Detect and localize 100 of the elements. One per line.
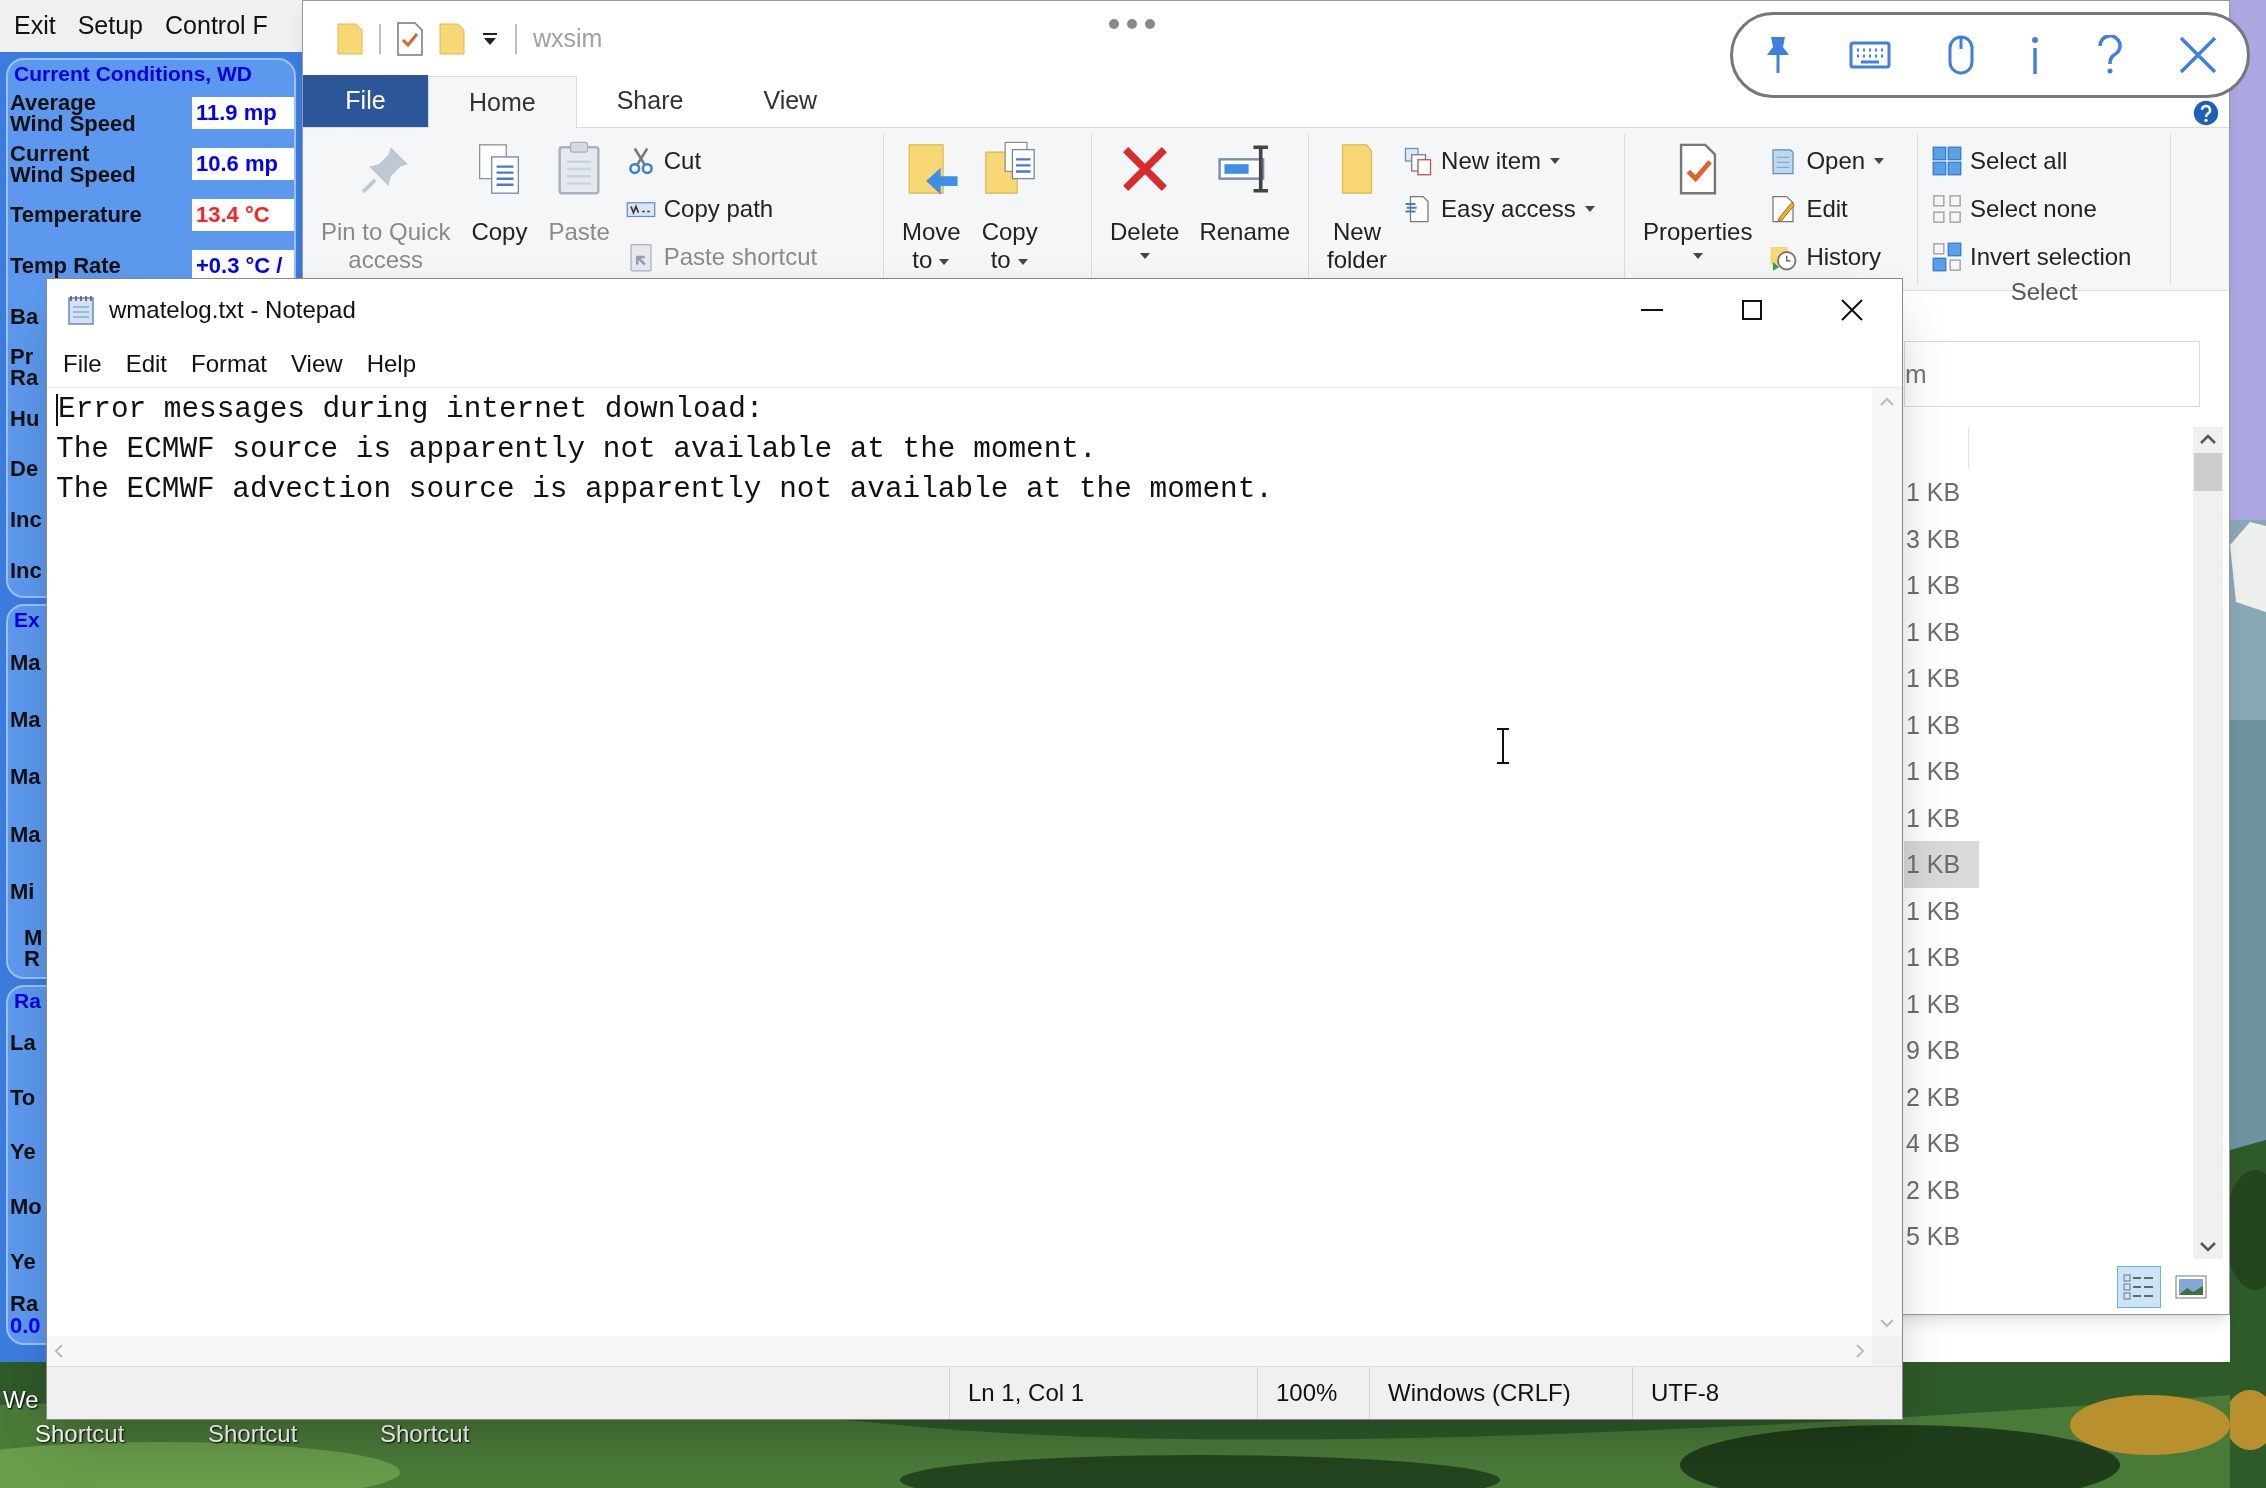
field-label: Ye [10,1141,36,1163]
shortcut-label[interactable]: We [3,1382,39,1418]
size-cell[interactable]: 1 KB [1904,841,1979,888]
menu-item[interactable]: Setup [77,7,144,45]
empty-grid-icon [1932,194,1962,224]
menu-item[interactable]: Control F [165,7,268,45]
keyboard-icon[interactable] [1849,41,1892,69]
size-cell[interactable]: 1 KB [1904,794,1979,841]
text-cursor [56,394,58,426]
size-cell[interactable]: 1 KB [1904,748,1979,795]
shortcut-label[interactable]: Shortcut [380,1416,470,1452]
menu-item[interactable]: Format [179,346,280,382]
checked-document-icon[interactable] [397,21,423,56]
caret-icon[interactable] [481,30,499,47]
more-icon[interactable] [1108,18,1156,30]
shortcut-label[interactable]: Shortcut [208,1416,298,1452]
ribbon-tab[interactable]: Home [428,76,577,128]
field-label: Inc [10,560,42,582]
ribbon-button[interactable]: Invert selection [1932,240,2132,274]
field-label: Temperature [10,204,143,226]
window-title: wxsim [533,22,603,54]
field-label: Ma [10,709,41,731]
help-icon[interactable] [2096,35,2123,75]
ribbon-button[interactable]: Delete [1102,140,1188,260]
text-area[interactable]: Error messages during internet download: The ECMWF source is apparently not available at the moment. The ECMWF advection source is apparently not available at the moment. [47,388,1872,1336]
size-cell[interactable]: 2 KB [1904,1166,1979,1213]
menu-item[interactable]: Exit [14,7,56,45]
value-text: 0.0 [10,1314,42,1339]
field-label: Current Wind Speed [10,143,137,186]
menu-item[interactable]: File [51,346,114,382]
file-tab[interactable]: File [303,75,428,127]
field-label: Ma [10,766,41,788]
grid-icon [1932,146,1962,176]
close-icon[interactable] [2178,36,2217,74]
field-label: Ra [10,1293,40,1315]
ribbon-button[interactable]: Properties [1635,140,1761,260]
ribbon-button[interactable]: Select none [1932,192,2132,226]
field-label: Hu [10,407,40,429]
size-cell[interactable]: 1 KB [1904,934,1979,981]
size-cell[interactable]: 2 KB [1904,1073,1979,1120]
size-cell[interactable]: 1 KB [1904,562,1979,609]
size-cell[interactable]: 1 KB [1904,608,1979,655]
status-text: Ln 1, Col 1 [968,1378,1085,1408]
size-cell[interactable]: 1 KB [1904,655,1979,702]
notepad-icon [67,294,95,326]
ribbon-button[interactable]: Move to [894,140,969,274]
scrollbar-thumb[interactable] [2194,453,2222,491]
ribbon-button[interactable]: Copy path [625,192,818,226]
size-cell[interactable]: 4 KB [1904,1120,1979,1167]
size-cell[interactable]: 3 KB [1904,515,1979,562]
field-label: To [10,1086,36,1108]
field-label: Ba [10,306,39,328]
scrollbar[interactable] [2193,427,2223,1259]
size-cell[interactable]: 5 KB [1904,1213,1979,1260]
ribbon-button[interactable]: Edit [1768,192,1886,226]
documents-icon [1403,146,1434,176]
partial-grid-icon [1932,242,1962,272]
field-label: Inc [10,509,42,531]
size-cell[interactable]: 1 KB [1904,701,1979,748]
ribbon-button[interactable]: History [1768,240,1886,274]
i-beam-pointer-icon [1495,728,1511,764]
menu-item[interactable]: Help [354,346,428,382]
mouse-icon[interactable] [1947,35,1974,75]
field-label: Mo [10,1195,42,1217]
ribbon-button[interactable]: Rename [1191,140,1299,246]
section-title: Current Conditions, WD [13,61,253,87]
field-label: De [10,458,39,480]
text-line: The ECMWF source is apparently not available at the moment. [56,432,1097,468]
ribbon-button[interactable]: Open [1768,144,1886,178]
image-icon [2175,1274,2207,1299]
ribbon-button[interactable]: Easy access [1403,192,1596,226]
section-title: Ex [13,607,41,633]
size-cell[interactable]: 1 KB [1904,887,1979,934]
search-field[interactable]: m [1904,341,2200,407]
ribbon-button[interactable]: New folder [1319,140,1396,274]
ribbon-button[interactable]: New item [1403,144,1596,178]
view-button[interactable] [2117,1265,2161,1308]
menu-item[interactable]: Edit [113,346,180,382]
ribbon-button[interactable]: Copy [462,140,537,246]
section-title: Ra [13,988,42,1014]
help-icon[interactable] [2193,100,2219,126]
status-text: 100% [1276,1378,1338,1408]
scrollbar[interactable] [47,1336,1872,1366]
size-cell[interactable]: 9 KB [1904,1027,1979,1074]
ribbon-button[interactable]: Select all [1932,144,2132,178]
window-title: wmatelog.txt - Notepad [109,295,356,325]
field-label: Pr Ra [10,346,39,389]
field-label: Mi [10,880,35,902]
ribbon-button[interactable]: Cut [625,144,818,178]
size-cell[interactable]: 1 KB [1904,469,1979,516]
status-text: Windows (CRLF) [1388,1378,1571,1408]
shortcut-label[interactable]: Shortcut [35,1416,125,1452]
field-label: Average Wind Speed [10,92,137,135]
size-cell[interactable]: 1 KB [1904,980,1979,1027]
minimize-icon [1641,309,1663,311]
menu-item[interactable]: View [279,346,355,382]
field-label: Temp Rate [10,255,122,277]
info-icon[interactable] [2030,35,2041,75]
field-label: Ma [10,823,41,845]
ribbon-button[interactable]: Copy to [972,140,1047,274]
